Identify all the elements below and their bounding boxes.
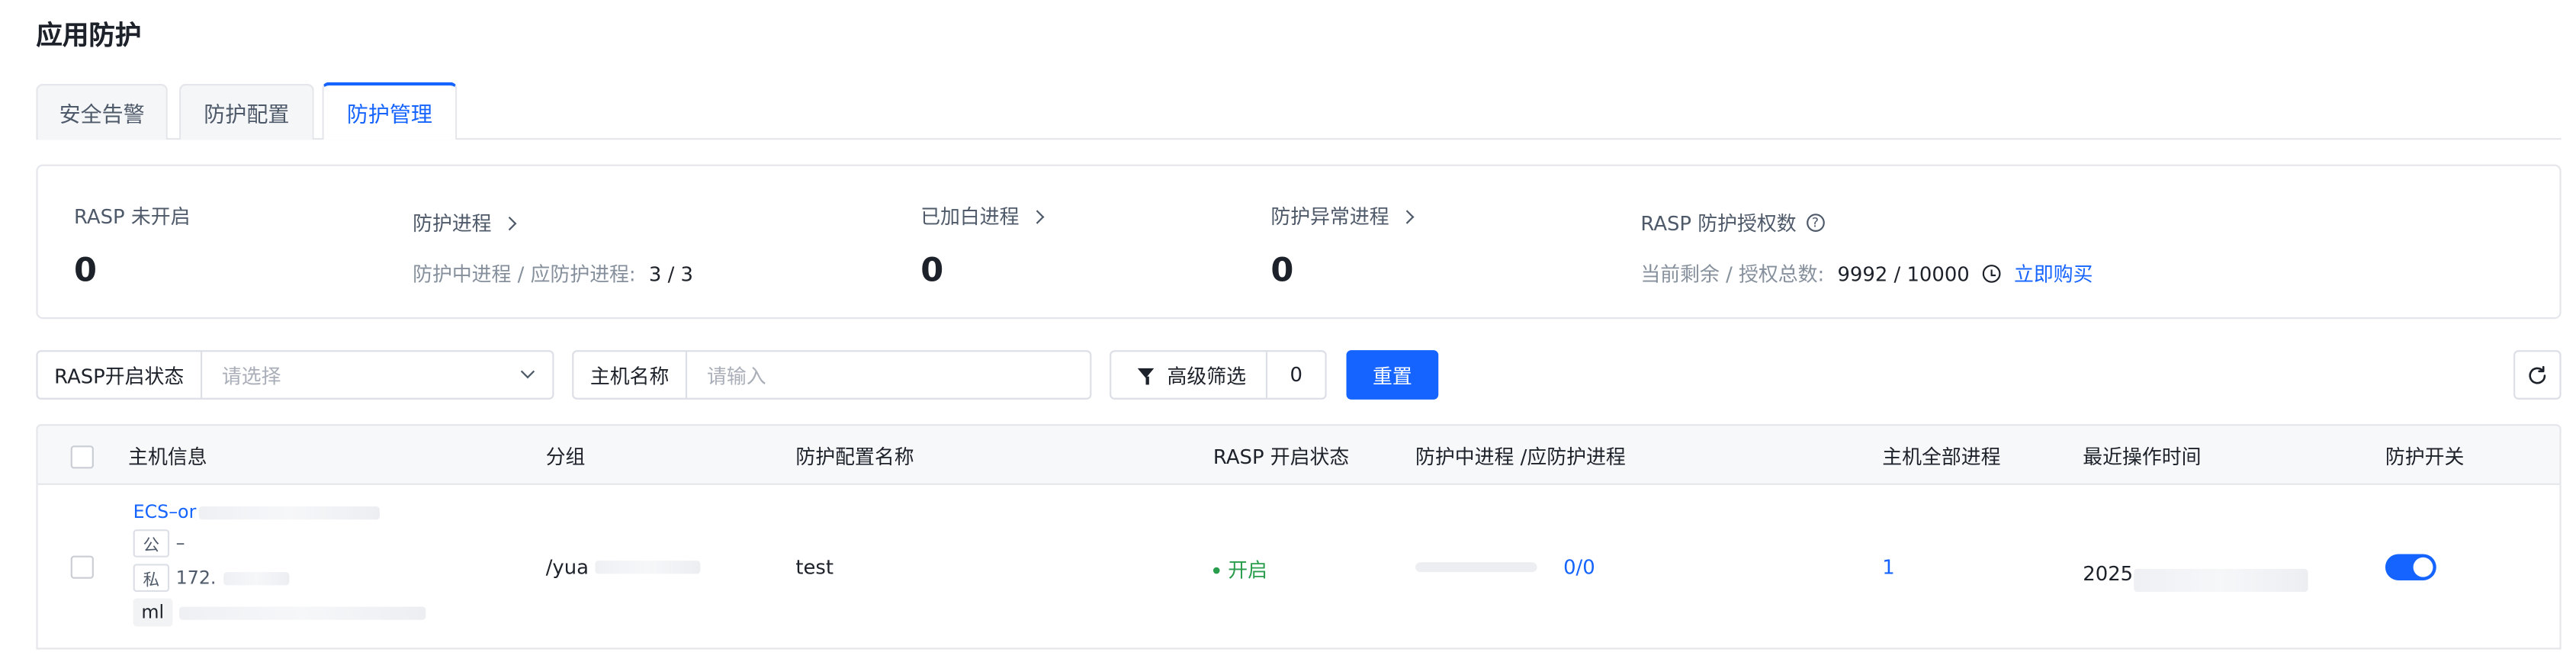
summary-whitelisted-label[interactable]: 已加白进程 — [920, 202, 1019, 230]
summary-whitelisted-value: 0 — [920, 249, 944, 290]
summary-protect-process[interactable]: 防护进程 防护中进程 / 应防护进程: 3 / 3 — [413, 209, 693, 288]
redacted-text — [178, 606, 426, 619]
host-name-label: 主机名称 — [573, 352, 688, 398]
buy-now-link[interactable]: 立即购买 — [2014, 260, 2093, 288]
rasp-status-label: RASP开启状态 — [38, 352, 202, 398]
host-name-link[interactable]: ECS–or — [133, 501, 197, 522]
summary-license-sub-label: 当前剩余 / 授权总数: — [1640, 262, 1825, 287]
help-icon[interactable]: ? — [1806, 214, 1825, 232]
header-process: 防护中进程 /应防护进程 — [1415, 445, 1626, 469]
redacted-text — [595, 561, 701, 574]
redacted-text — [2133, 568, 2308, 593]
summary-abnormal-value: 0 — [1270, 249, 1294, 290]
summary-protect-process-sub-label: 防护中进程 / 应防护进程: — [413, 262, 636, 287]
config-name: test — [795, 555, 834, 579]
public-ip: – — [175, 532, 185, 554]
filter-bar: RASP开启状态 请选择 主机名称 请输入 高级筛选 0 重置 — [36, 350, 2562, 400]
redacted-text — [223, 571, 289, 585]
table-row: ECS–or 公 – 私 172. ml /yua test 开启 0/0 1 … — [36, 484, 2562, 650]
summary-rasp-off: RASP 未开启 0 — [74, 202, 190, 289]
refresh-icon[interactable] — [2526, 364, 2548, 385]
header-group: 分组 — [545, 445, 586, 469]
group-path: /yua — [545, 555, 589, 579]
status-dot-icon — [1213, 566, 1220, 574]
chevron-down-icon[interactable] — [520, 365, 535, 379]
chevron-right-icon[interactable] — [1030, 209, 1045, 223]
header-host: 主机信息 — [128, 445, 207, 469]
process-ratio[interactable]: 0/0 — [1563, 556, 1595, 579]
row-checkbox[interactable] — [70, 555, 94, 579]
rasp-status-text: 开启 — [1228, 558, 1268, 583]
tab-protection-config[interactable]: 防护配置 — [178, 83, 314, 140]
private-ip-tag: 私 — [133, 564, 170, 593]
last-op-time: 2025 — [2083, 562, 2134, 586]
process-progress-bar — [1415, 562, 1537, 573]
summary-license-label: RASP 防护授权数 — [1640, 212, 1797, 236]
process-table: 主机信息 分组 防护配置名称 RASP 开启状态 防护中进程 /应防护进程 主机… — [36, 424, 2562, 662]
summary-protect-process-label[interactable]: 防护进程 — [413, 209, 492, 237]
reset-button[interactable]: 重置 — [1346, 350, 1439, 400]
tab-protection-management[interactable]: 防护管理 — [322, 82, 458, 140]
tab-bar: 安全告警 防护配置 防护管理 — [36, 82, 2562, 140]
header-last-op: 最近操作时间 — [2083, 445, 2202, 469]
rasp-status-badge: 开启 — [1213, 556, 1267, 584]
advanced-filter-count: 0 — [1290, 363, 1303, 387]
tab-security-alerts[interactable]: 安全告警 — [36, 83, 168, 140]
page: 应用防护 安全告警 防护配置 防护管理 RASP 未开启 0 防护进程 防护中进… — [0, 0, 2576, 662]
rasp-status-select[interactable]: RASP开启状态 请选择 — [36, 350, 554, 400]
summary-panel: RASP 未开启 0 防护进程 防护中进程 / 应防护进程: 3 / 3 已加白… — [36, 164, 2562, 320]
summary-license-sub-value: 9992 / 10000 — [1837, 262, 1970, 286]
header-all-process: 主机全部进程 — [1882, 445, 2001, 469]
redacted-text — [199, 505, 381, 519]
rasp-status-placeholder[interactable]: 请选择 — [222, 361, 281, 389]
public-ip-tag: 公 — [133, 529, 170, 558]
summary-license: RASP 防护授权数 ? 当前剩余 / 授权总数: 9992 / 10000 立… — [1640, 209, 2093, 288]
clock-icon — [1983, 265, 2001, 283]
advanced-filter-button[interactable]: 高级筛选 0 — [1110, 350, 1327, 400]
host-extra-tag: ml — [133, 598, 172, 627]
private-ip: 172. — [175, 567, 217, 589]
refresh-button[interactable] — [2513, 350, 2562, 400]
host-info: ECS–or 公 – 私 172. ml — [133, 501, 462, 627]
host-name-placeholder[interactable]: 请输入 — [707, 361, 766, 389]
header-rasp-status: RASP 开启状态 — [1213, 445, 1350, 469]
chevron-right-icon[interactable] — [1400, 209, 1415, 223]
host-name-input[interactable]: 主机名称 请输入 — [572, 350, 1092, 400]
chevron-right-icon[interactable] — [503, 215, 517, 230]
header-switch: 防护开关 — [2385, 445, 2465, 469]
protection-switch[interactable] — [2385, 554, 2436, 580]
page-title: 应用防护 — [36, 19, 142, 51]
select-all-checkbox[interactable] — [70, 445, 94, 468]
summary-rasp-off-value: 0 — [74, 249, 98, 290]
summary-rasp-off-label: RASP 未开启 — [74, 205, 191, 229]
summary-whitelisted[interactable]: 已加白进程 0 — [920, 202, 1045, 290]
all-process-count[interactable]: 1 — [1882, 556, 1894, 579]
summary-abnormal[interactable]: 防护异常进程 0 — [1270, 202, 1415, 290]
header-config: 防护配置名称 — [795, 445, 914, 469]
table-header: 主机信息 分组 防护配置名称 RASP 开启状态 防护中进程 /应防护进程 主机… — [36, 424, 2562, 485]
advanced-filter-label[interactable]: 高级筛选 — [1168, 361, 1247, 389]
summary-abnormal-label[interactable]: 防护异常进程 — [1270, 202, 1389, 230]
filter-icon[interactable] — [1137, 366, 1156, 384]
summary-protect-process-sub-value: 3 / 3 — [648, 262, 693, 286]
